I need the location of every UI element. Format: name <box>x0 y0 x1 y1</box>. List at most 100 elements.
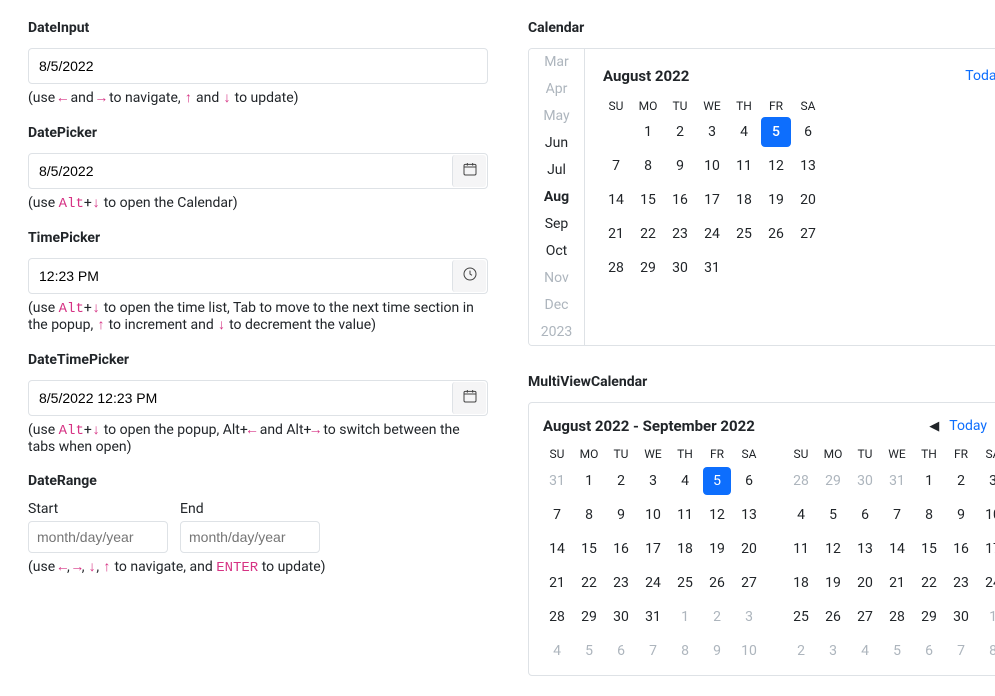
multiview-day-cell[interactable]: 2 <box>703 603 731 631</box>
calendar-day-cell[interactable]: 1 <box>633 117 663 147</box>
multiview-day-cell[interactable]: 29 <box>819 467 847 495</box>
multiview-day-cell[interactable]: 16 <box>607 535 635 563</box>
multiview-day-cell[interactable]: 6 <box>607 637 635 665</box>
multiview-day-cell[interactable]: 27 <box>735 569 763 597</box>
calendar-day-cell[interactable]: 21 <box>601 219 631 249</box>
timepicker-toggle-button[interactable] <box>452 260 486 292</box>
multiview-day-cell[interactable]: 17 <box>979 535 995 563</box>
datepicker-field[interactable] <box>29 154 451 188</box>
range-end-field[interactable] <box>180 521 320 553</box>
calendar-day-cell[interactable]: 15 <box>633 185 663 215</box>
calendar-day-cell[interactable]: 5 <box>761 117 791 147</box>
multiview-day-cell[interactable]: 12 <box>703 501 731 529</box>
multiview-day-cell[interactable]: 4 <box>671 467 699 495</box>
multiview-day-cell[interactable]: 14 <box>883 535 911 563</box>
multiview-day-cell[interactable]: 10 <box>639 501 667 529</box>
calendar-day-cell[interactable]: 31 <box>697 253 727 283</box>
dateinput-field[interactable] <box>29 49 487 83</box>
calendar-day-cell[interactable]: 18 <box>729 185 759 215</box>
multiview-day-cell[interactable]: 20 <box>851 569 879 597</box>
calendar-day-cell[interactable]: 3 <box>697 117 727 147</box>
multiview-day-cell[interactable]: 20 <box>735 535 763 563</box>
multiview-day-cell[interactable]: 3 <box>639 467 667 495</box>
multiview-day-cell[interactable]: 23 <box>607 569 635 597</box>
multiview-day-cell[interactable]: 19 <box>703 535 731 563</box>
multiview-day-cell[interactable]: 3 <box>819 637 847 665</box>
calendar-day-cell[interactable]: 28 <box>601 253 631 283</box>
datepicker-toggle-button[interactable] <box>452 155 486 187</box>
multiview-day-cell[interactable]: 7 <box>947 637 975 665</box>
multiview-day-cell[interactable]: 19 <box>819 569 847 597</box>
multiview-day-cell[interactable]: 21 <box>543 569 571 597</box>
range-start-field[interactable] <box>28 521 168 553</box>
month-nav-item[interactable]: May <box>529 103 584 130</box>
multiview-day-cell[interactable]: 25 <box>671 569 699 597</box>
multiview-day-cell[interactable]: 2 <box>947 467 975 495</box>
multiview-day-cell[interactable]: 9 <box>703 637 731 665</box>
calendar-day-cell[interactable]: 29 <box>633 253 663 283</box>
multiview-day-cell[interactable]: 29 <box>575 603 603 631</box>
calendar-day-cell[interactable]: 7 <box>601 151 631 181</box>
calendar-day-cell[interactable]: 9 <box>665 151 695 181</box>
calendar-day-cell[interactable]: 26 <box>761 219 791 249</box>
multiview-day-cell[interactable]: 7 <box>543 501 571 529</box>
multiview-day-cell[interactable]: 4 <box>851 637 879 665</box>
month-nav-item[interactable]: Dec <box>529 291 584 318</box>
month-nav-item[interactable]: Mar <box>529 49 584 76</box>
multiview-day-cell[interactable]: 11 <box>787 535 815 563</box>
calendar-day-cell[interactable]: 27 <box>793 219 823 249</box>
calendar-day-cell[interactable]: 6 <box>793 117 823 147</box>
multiview-day-cell[interactable]: 2 <box>607 467 635 495</box>
multiview-day-cell[interactable]: 22 <box>915 569 943 597</box>
multiview-day-cell[interactable]: 8 <box>671 637 699 665</box>
multiview-day-cell[interactable]: 11 <box>671 501 699 529</box>
multiview-day-cell[interactable]: 31 <box>883 467 911 495</box>
multiview-day-cell[interactable]: 1 <box>575 467 603 495</box>
calendar-day-cell[interactable]: 24 <box>697 219 727 249</box>
multiview-day-cell[interactable]: 13 <box>735 501 763 529</box>
calendar-day-cell[interactable]: 16 <box>665 185 695 215</box>
multiview-day-cell[interactable]: 28 <box>883 603 911 631</box>
calendar-day-cell[interactable]: 23 <box>665 219 695 249</box>
month-nav-item[interactable]: Sep <box>529 210 584 237</box>
calendar-day-cell[interactable]: 30 <box>665 253 695 283</box>
calendar-day-cell[interactable]: 12 <box>761 151 791 181</box>
calendar-day-cell[interactable]: 2 <box>665 117 695 147</box>
datetimepicker-field[interactable] <box>29 381 451 415</box>
month-nav-item[interactable]: Apr <box>529 76 584 103</box>
multiview-day-cell[interactable]: 31 <box>639 603 667 631</box>
multiview-day-cell[interactable]: 18 <box>671 535 699 563</box>
multiview-day-cell[interactable]: 28 <box>787 467 815 495</box>
multiview-day-cell[interactable]: 3 <box>735 603 763 631</box>
multiview-day-cell[interactable]: 9 <box>607 501 635 529</box>
multiview-day-cell[interactable]: 2 <box>787 637 815 665</box>
multiview-day-cell[interactable]: 7 <box>639 637 667 665</box>
multiview-day-cell[interactable]: 30 <box>851 467 879 495</box>
multiview-day-cell[interactable]: 23 <box>947 569 975 597</box>
multiview-day-cell[interactable]: 5 <box>575 637 603 665</box>
multiview-day-cell[interactable]: 29 <box>915 603 943 631</box>
multiview-day-cell[interactable]: 8 <box>915 501 943 529</box>
multiview-day-cell[interactable]: 18 <box>787 569 815 597</box>
multiview-day-cell[interactable]: 1 <box>979 603 995 631</box>
multiview-day-cell[interactable]: 30 <box>607 603 635 631</box>
timepicker-field[interactable] <box>29 259 451 293</box>
multiview-day-cell[interactable]: 8 <box>575 501 603 529</box>
multiview-day-cell[interactable]: 26 <box>819 603 847 631</box>
multiview-day-cell[interactable]: 3 <box>979 467 995 495</box>
multiview-day-cell[interactable]: 1 <box>915 467 943 495</box>
multiview-day-cell[interactable]: 5 <box>703 467 731 495</box>
multiview-day-cell[interactable]: 5 <box>819 501 847 529</box>
multiview-prev-button[interactable]: ◀ <box>929 419 939 434</box>
calendar-month-nav[interactable]: MarAprMayJunJulAugSepOctNovDec2023 <box>529 49 585 345</box>
calendar-title[interactable]: August 2022 <box>603 67 689 85</box>
multiview-day-cell[interactable]: 22 <box>575 569 603 597</box>
multiview-day-cell[interactable]: 14 <box>543 535 571 563</box>
multiview-day-cell[interactable]: 9 <box>947 501 975 529</box>
month-nav-item[interactable]: Oct <box>529 237 584 264</box>
calendar-day-cell[interactable]: 25 <box>729 219 759 249</box>
multiview-title[interactable]: August 2022 - September 2022 <box>543 417 755 435</box>
multiview-day-cell[interactable]: 5 <box>883 637 911 665</box>
multiview-today-link[interactable]: Today <box>949 418 987 434</box>
multiview-day-cell[interactable]: 30 <box>947 603 975 631</box>
